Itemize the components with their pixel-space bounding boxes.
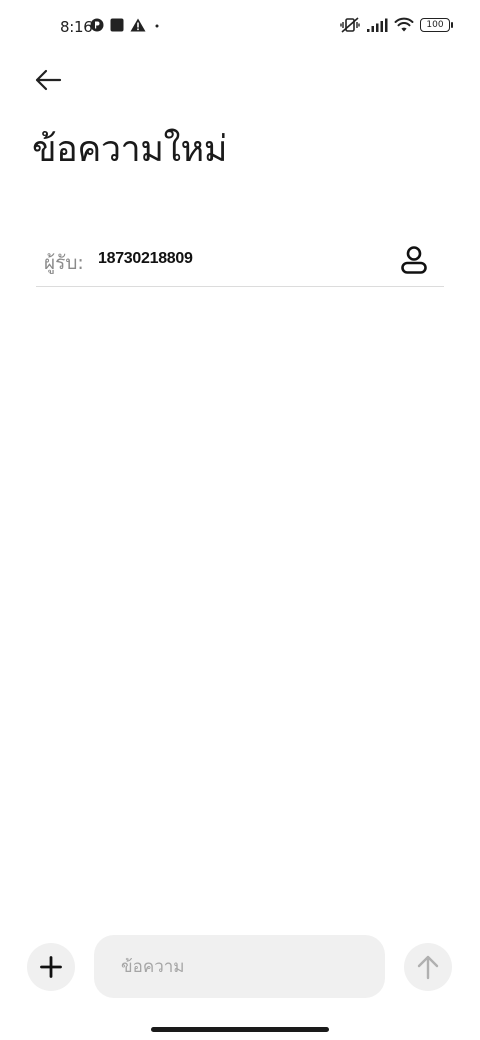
- message-input-container[interactable]: [94, 935, 385, 998]
- recipient-value[interactable]: 18730218809: [98, 250, 193, 268]
- attach-button[interactable]: [27, 943, 75, 991]
- contact-picker-button[interactable]: [398, 244, 430, 276]
- dot-icon: [155, 24, 159, 28]
- status-time: 8:16: [60, 18, 93, 36]
- plus-icon: [40, 956, 62, 978]
- arrow-left-icon: [35, 69, 62, 91]
- home-indicator[interactable]: [151, 1027, 329, 1032]
- square-notification-icon: [110, 18, 124, 32]
- wifi-icon: [394, 17, 414, 32]
- person-icon: [401, 246, 427, 274]
- message-input[interactable]: [94, 935, 385, 998]
- warning-icon: [130, 18, 146, 32]
- arrow-up-icon: [417, 955, 439, 980]
- page-title: ข้อความใหม่: [32, 129, 228, 170]
- notification-app-icon: [90, 18, 104, 32]
- status-left-icons: [90, 18, 162, 32]
- back-button[interactable]: [28, 62, 68, 98]
- vibrate-off-icon: [340, 17, 360, 33]
- recipient-field[interactable]: ผู้รับ: 18730218809: [36, 236, 444, 287]
- status-bar: 8:16 100: [0, 0, 480, 56]
- signal-icon: [367, 18, 388, 32]
- send-button[interactable]: [404, 943, 452, 991]
- battery-level: 100: [426, 20, 444, 30]
- battery-icon: 100: [420, 18, 453, 32]
- status-right-icons: 100: [340, 16, 453, 34]
- recipient-label: ผู้รับ:: [44, 252, 84, 274]
